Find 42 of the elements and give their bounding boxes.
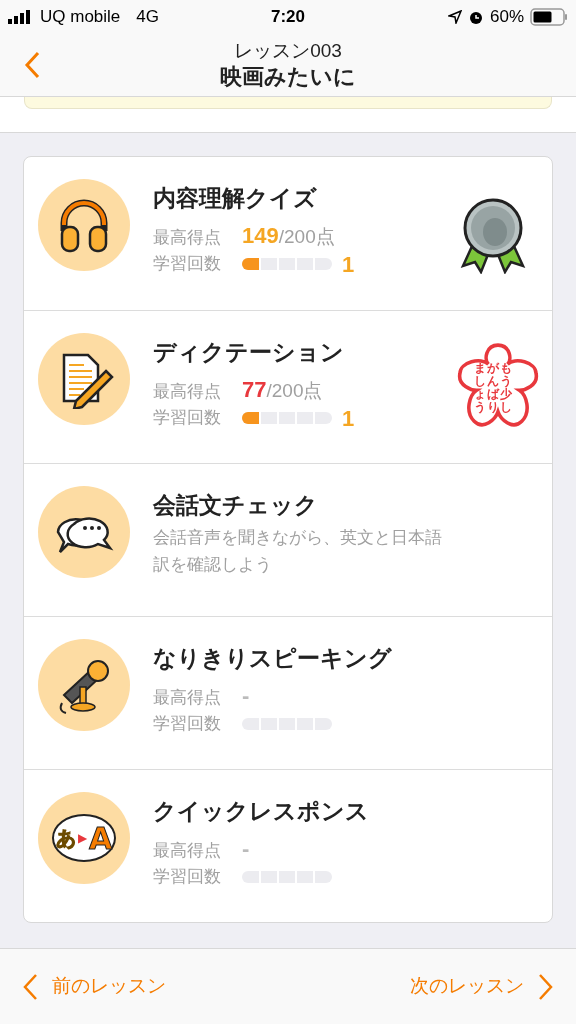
activity-row[interactable]: 会話文チェック 会話音声を聞きながら、英文と日本語訳を確認しよう [24,463,552,616]
score-label: 最高得点 [153,687,222,709]
study-count-label: 学習回数 [153,866,222,889]
chevron-left-icon [24,51,40,79]
stamp-text: もう少し [500,361,512,415]
activity-row[interactable]: 内容理解クイズ 最高得点 149/200点 学習回数 1 [24,157,552,310]
study-count-label: 学習回数 [153,253,222,276]
study-count-label: 学習回数 [153,407,222,430]
network-type: 4G [136,5,159,28]
battery-icon [530,7,568,26]
clock-time: 7:20 [270,5,306,28]
carrier-name: UQ mobile [40,5,121,28]
score-label: 最高得点 [153,381,222,403]
stamp-text: がんばり [487,361,499,415]
battery-percent: 60% [489,5,524,28]
stamp-text: ましょう [474,361,486,415]
best-score: - [242,682,250,710]
location-arrow-icon [447,9,462,24]
lesson-title: 映画みたいに [220,62,356,91]
score-total: /200点 [278,225,335,249]
best-score: 149 [242,222,279,250]
chevron-right-icon [538,972,554,1001]
activity-row[interactable]: ディクテーション 最高得点 77/200点 学習回数 1 ましょう がんばり もう少し [24,310,552,463]
activity-row[interactable]: あ▶A クイックレスポンス 最高得点 - 学習回数 [24,769,552,922]
activity-row[interactable]: なりきりスピーキング 最高得点 - 学習回数 [24,616,552,769]
study-count: 1 [342,404,355,433]
study-count-label: 学習回数 [153,713,222,736]
best-score: - [242,835,250,863]
score-total: /200点 [266,379,323,403]
activity-title: ディクテーション [153,338,345,367]
lesson-number: レッスン003 [234,38,342,63]
score-label: 最高得点 [153,840,222,862]
activity-title: クイックレスポンス [153,797,370,826]
chevron-left-icon [22,972,38,1001]
activity-title: なりきりスピーキング [153,644,393,673]
activity-description: 会話音声を聞きながら、英文と日本語訳を確認しよう [153,527,443,576]
best-score: 77 [242,376,267,404]
activity-title: 会話文チェック [153,491,319,520]
activity-title: 内容理解クイズ [153,184,318,213]
translate-icon: あ▶A [52,814,116,862]
score-label: 最高得点 [153,227,222,249]
study-count: 1 [342,250,355,279]
